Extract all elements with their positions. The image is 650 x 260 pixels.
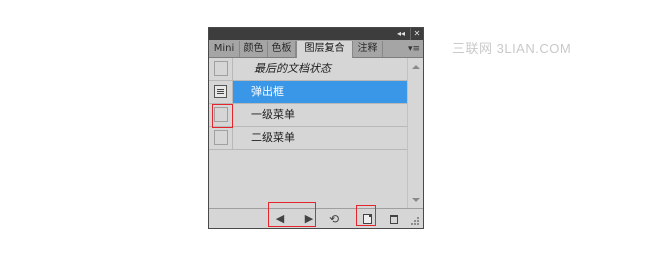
list-item-label: 弹出框 xyxy=(251,85,284,98)
collapse-icon[interactable]: ◂◂ xyxy=(395,28,407,40)
watermark: 三联网 3LIAN.COM xyxy=(452,41,572,56)
annotation-box-nav-arrows xyxy=(268,202,316,227)
tab-bar: Mini 颜色 色板 图层复合 注释 ▾≡ xyxy=(209,40,423,58)
list-item[interactable]: 一级菜单 xyxy=(209,104,407,127)
close-icon[interactable]: ✕ xyxy=(410,28,423,40)
tab-swatches[interactable]: 色板 xyxy=(268,41,296,57)
resize-grip-icon[interactable] xyxy=(411,217,420,226)
list-item-label: 最后的文档状态 xyxy=(254,62,331,75)
layer-comp-icon[interactable] xyxy=(214,85,227,98)
panel-bottom-toolbar: ◀ ▶ ⟲ xyxy=(209,208,423,228)
apply-checkbox[interactable] xyxy=(214,61,228,76)
list-item-label: 一级菜单 xyxy=(251,108,295,121)
list-item[interactable]: 二级菜单 xyxy=(209,127,407,150)
layer-comps-list: 最后的文档状态 弹出框 一级菜单 二级菜单 xyxy=(209,58,407,208)
row-toggle-cell xyxy=(209,127,233,149)
row-toggle-cell xyxy=(209,58,233,80)
tab-notes[interactable]: 注释 xyxy=(353,41,383,57)
layer-comps-panel: ◂◂ ✕ Mini 颜色 色板 图层复合 注释 ▾≡ 最后的文档状态 弹出框 一… xyxy=(208,27,424,229)
tab-color[interactable]: 颜色 xyxy=(240,41,268,57)
list-item-selected[interactable]: 弹出框 xyxy=(209,81,407,104)
update-comp-icon[interactable]: ⟲ xyxy=(327,212,341,226)
row-toggle-cell xyxy=(209,81,233,103)
tab-mini[interactable]: Mini xyxy=(209,41,240,57)
annotation-box-checkbox xyxy=(212,104,233,128)
panel-menu-icon[interactable]: ▾≡ xyxy=(405,41,423,57)
apply-checkbox[interactable] xyxy=(214,130,228,145)
tab-layer-comps[interactable]: 图层复合 xyxy=(296,41,353,58)
scroll-down-icon[interactable] xyxy=(412,198,420,202)
scroll-up-icon[interactable] xyxy=(412,65,420,69)
list-item[interactable]: 最后的文档状态 xyxy=(209,58,407,81)
panel-titlebar[interactable]: ◂◂ ✕ xyxy=(209,28,423,40)
vertical-scrollbar[interactable] xyxy=(407,58,423,208)
annotation-box-new-comp xyxy=(356,205,376,226)
trash-icon[interactable] xyxy=(387,212,401,226)
list-item-label: 二级菜单 xyxy=(251,131,295,144)
